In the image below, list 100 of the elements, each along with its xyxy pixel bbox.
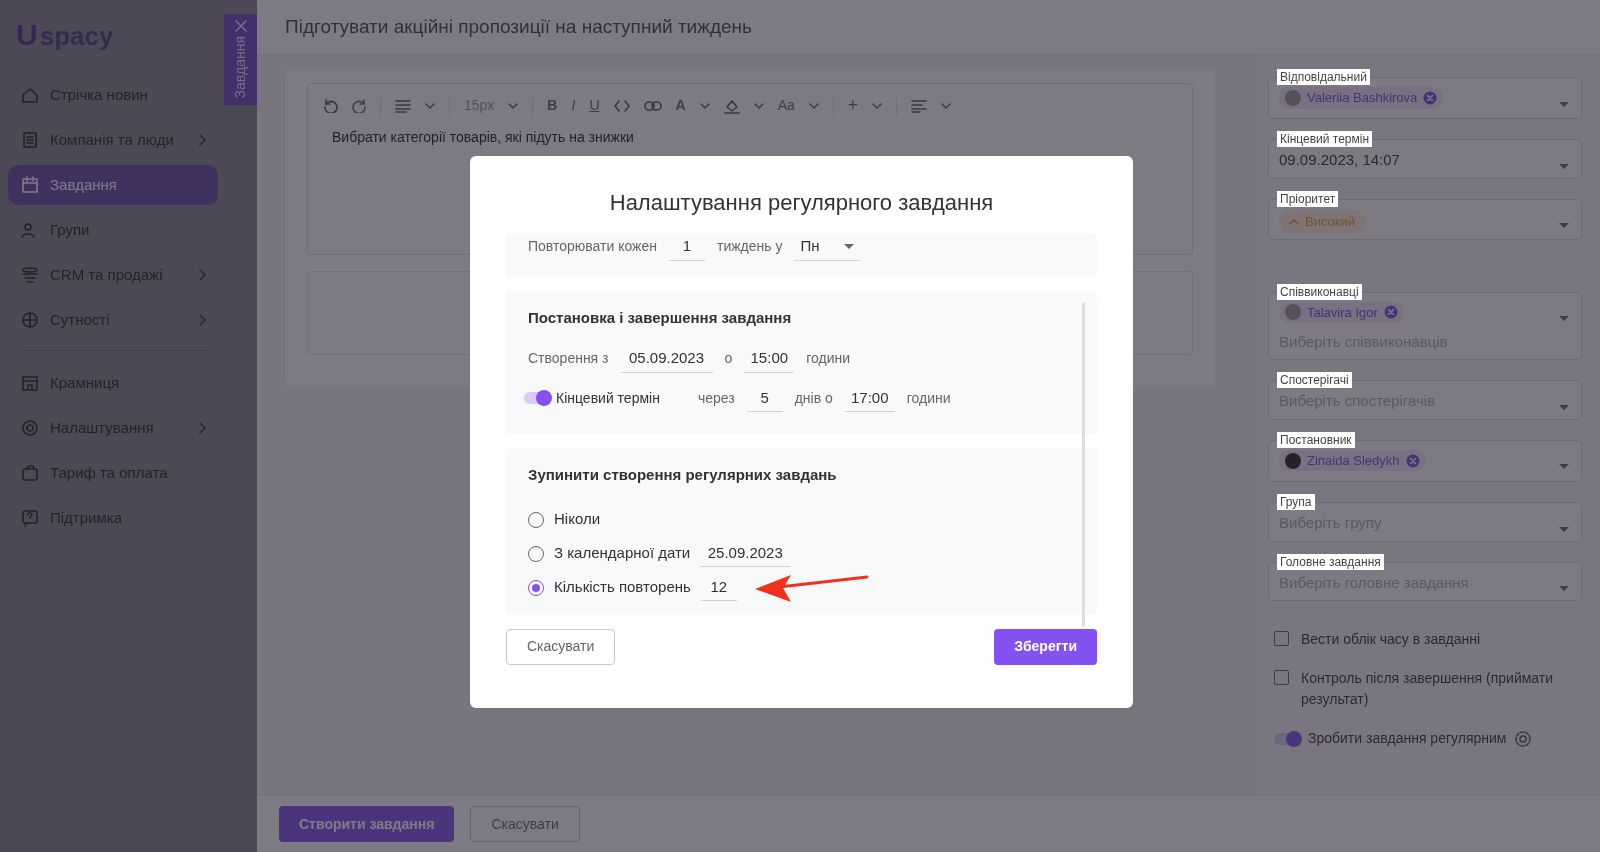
number-field[interactable]: 5 [746,384,783,412]
checkbox[interactable] [1274,631,1289,646]
field-label: години [906,388,951,408]
field-label: днів о [794,388,833,408]
cancel-button[interactable]: Скасувати [506,628,616,665]
italic-button[interactable]: I [571,95,576,116]
number-field[interactable]: 1 [669,233,705,261]
chevron-right-icon [198,314,206,326]
dropdown-icon [1559,316,1569,322]
sidebar-item[interactable]: Завдання [8,165,218,205]
checkbox-label: Вести облік часу в завданні [1301,630,1481,649]
case-button[interactable]: Aa [777,95,795,116]
save-button[interactable]: Зберегти [994,628,1097,665]
time-field[interactable]: 15:00 [744,345,795,373]
field-value: 09.09.2023, 14:07 [1279,150,1401,171]
caret-icon [872,102,883,109]
checkbox-label: Контроль після завершення (приймати результат) [1301,669,1555,709]
caret-icon [699,102,710,109]
field-label: Створення з [528,349,609,369]
chevron-up-icon [1289,218,1299,225]
wheel-icon [20,310,40,330]
avatar-icon [1285,89,1301,106]
home-icon [20,85,40,105]
close-icon [234,20,247,32]
redo-icon [352,98,366,113]
section-heading: Зупинити створення регулярних завдань [528,465,838,485]
toggle-label: Кінцевий термін [556,388,660,408]
dropdown-icon [1559,101,1569,107]
fill-color-icon [723,97,740,114]
avatar-icon [1285,304,1301,321]
priority-chip: Високий [1279,211,1366,233]
section-heading: Постановка і завершення завдання [528,307,793,328]
wallet-icon [20,463,40,483]
field-label: через [697,388,735,408]
dropdown-icon [1559,464,1569,470]
field-label: Пріоритет [1277,190,1339,207]
person-chip[interactable]: Valeriia Bashkirova [1279,87,1444,109]
caret-icon [808,102,819,109]
person-name: Talavira Igor [1307,303,1378,322]
avatar-icon [1285,452,1301,469]
field-label: Спостерігачі [1277,372,1352,389]
building-icon [20,130,40,150]
dropdown-icon [1559,223,1569,229]
toggle-switch[interactable] [1274,732,1300,745]
remove-icon [1405,453,1420,468]
value-field[interactable]: 25.09.2023 [700,539,791,568]
calendar-icon [20,175,40,195]
create-button[interactable]: Створити завдання [279,806,455,842]
bold-button[interactable]: B [547,95,558,116]
insert-button[interactable]: + [847,92,859,119]
field-label: Кінцевий термін [1277,131,1373,148]
toggle-label: Зробити завдання регулярним [1308,729,1507,748]
toggle-switch[interactable] [524,392,550,405]
undo-icon [324,98,338,113]
dropdown-icon [1559,404,1569,410]
link-icon [643,100,662,111]
field-label: Головне завдання [1277,553,1384,570]
paragraph-icon [395,98,411,113]
unit-label: тиждень у [717,237,783,257]
field-label: Постановник [1277,431,1355,448]
side-tab[interactable]: Завдання [224,14,257,105]
field-label: години [806,349,851,369]
radio-label: Кількість повторень [554,577,691,598]
chevron-right-icon [198,422,206,434]
dropdown-icon [1559,586,1569,592]
time-field[interactable]: 17:00 [844,384,895,412]
day-select[interactable]: Пн [794,233,860,261]
field-label: Повторювати кожен [528,237,657,257]
person-name: Valeriia Bashkirova [1307,89,1418,107]
date-field[interactable]: 05.09.2023 [620,345,713,373]
remove-icon [1423,90,1438,105]
chevron-right-icon [198,134,206,146]
field-label: Співвиконавці [1277,283,1362,300]
field-label: Відповідальний [1277,69,1370,85]
underline-button[interactable]: U [589,95,600,116]
code-icon [613,99,630,112]
caret-icon [508,102,519,109]
dropdown-icon [843,243,854,249]
task-title: Підготувати акційні пропозиції на наступний тиждень [285,14,752,39]
person-chip[interactable]: Talavira Igor [1279,301,1404,323]
shop-icon [20,373,40,393]
caret-icon [941,102,952,109]
align-icon [911,98,928,113]
person-name: Zinaida Sledykh [1307,451,1400,470]
caret-icon [425,102,435,109]
dropdown-icon [1559,526,1569,532]
value-field[interactable]: 12 [700,573,737,602]
person-chip[interactable]: Zinaida Sledykh [1279,449,1426,472]
stack-icon [20,265,40,285]
field-label: о [724,349,733,369]
text-color-button[interactable]: A [675,95,686,116]
cancel-button[interactable]: Скасувати [470,806,580,842]
modal-title: Налаштування регулярного завдання [608,189,995,217]
side-tab-label: Завдання [231,36,249,99]
help-icon [20,508,40,528]
checkbox[interactable] [1274,670,1289,685]
radio-label: Ніколи [554,509,601,530]
chevron-right-icon [198,269,206,281]
caret-icon [753,102,764,109]
radio-label: З календарної дати [554,543,691,564]
